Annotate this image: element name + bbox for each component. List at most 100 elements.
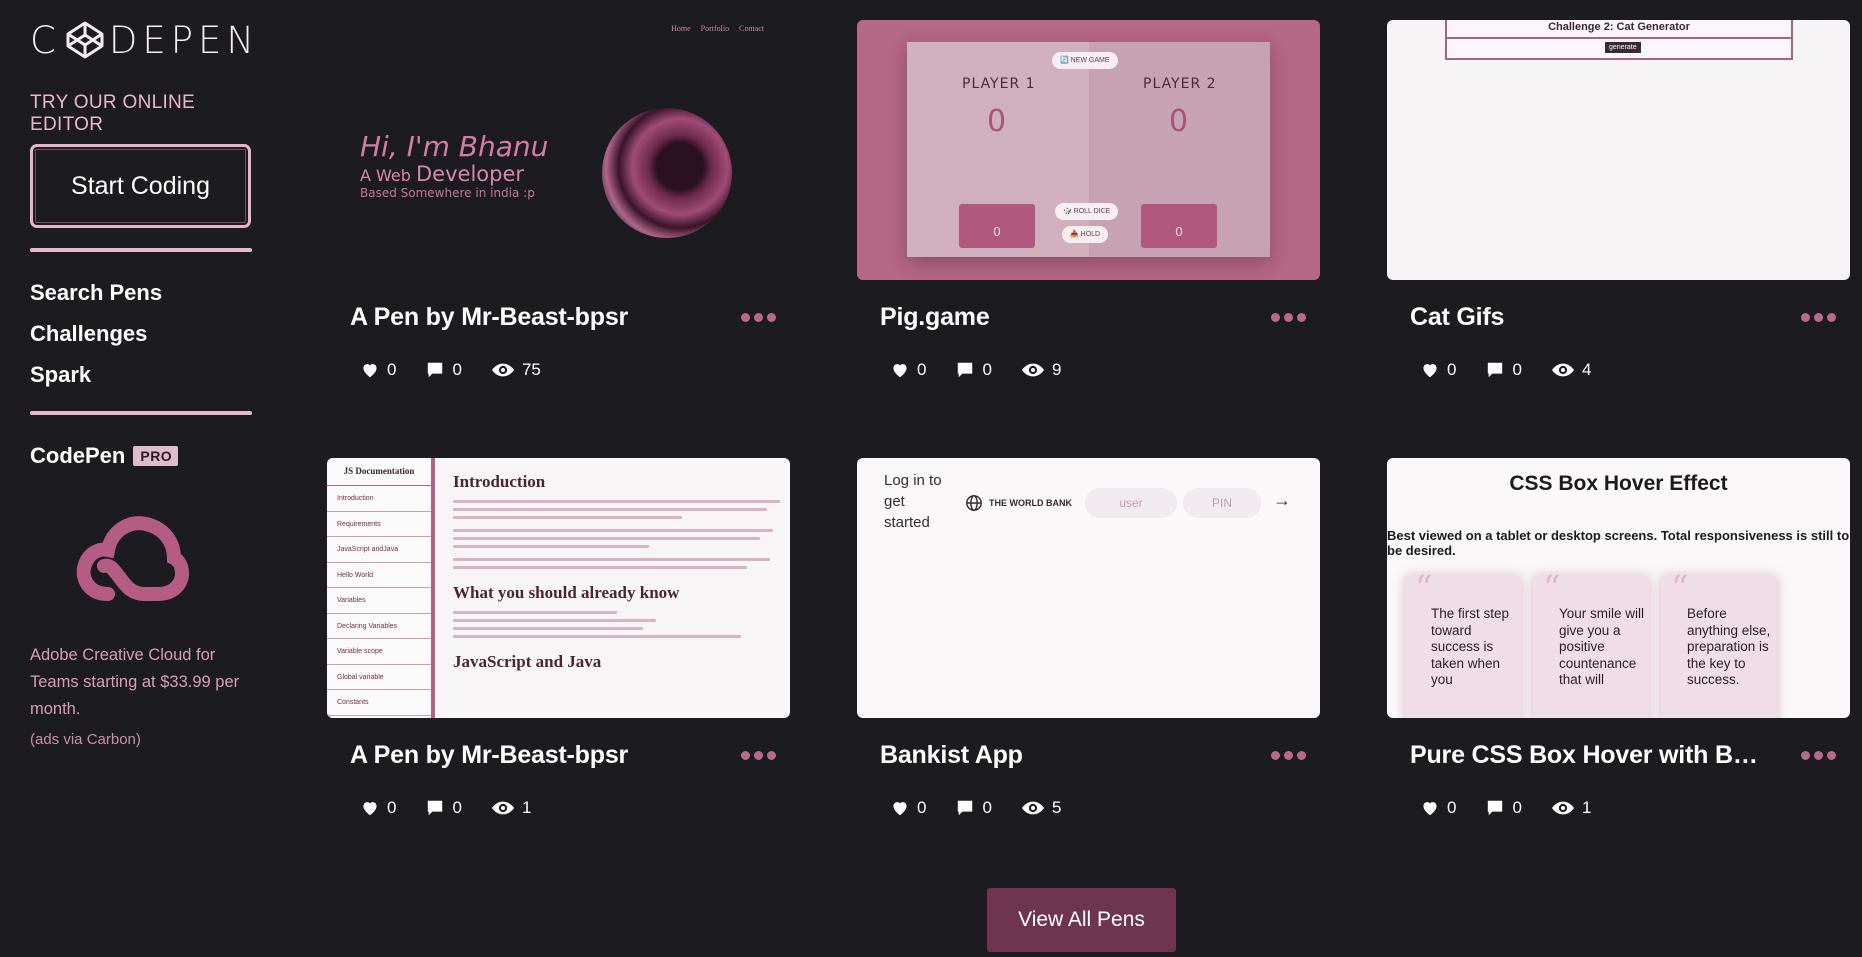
pen-preview[interactable]: CSS Box Hover Effect Best viewed on a ta… xyxy=(1387,458,1850,718)
doc-sidebar: JS Documentation Introduction Requiremen… xyxy=(327,458,435,718)
doc-nav-item: Declaring Variables xyxy=(327,614,431,639)
profile-photo xyxy=(602,108,732,238)
comment-stat[interactable]: 0 xyxy=(426,798,462,818)
view-count: 4 xyxy=(1581,360,1592,379)
preview-subheading: A Web Developer xyxy=(360,162,524,186)
game-board: PLAYER 1 PLAYER 2 0 0 0 0 🔄 NEW GAME 🎲 R… xyxy=(907,42,1270,257)
ad-via-carbon[interactable]: (ads via Carbon) xyxy=(30,731,141,748)
comment-icon xyxy=(958,362,973,378)
eye-icon xyxy=(491,801,514,815)
more-options-icon[interactable] xyxy=(741,751,776,760)
codepen-logo[interactable]: C DEPEN xyxy=(30,18,254,62)
quote-text: Your smile will give you a positive coun… xyxy=(1559,606,1645,687)
more-options-icon[interactable] xyxy=(741,313,776,322)
pen-title[interactable]: Pig.game xyxy=(880,303,1260,332)
quote-box: “ Before anything else, preparation is t… xyxy=(1661,568,1777,718)
quote-text: The first step toward success is taken w… xyxy=(1431,606,1510,687)
more-options-icon[interactable] xyxy=(1801,751,1836,760)
new-game-pill: 🔄 NEW GAME xyxy=(1052,52,1118,69)
divider xyxy=(30,248,252,252)
doc-nav-item: Variable scope xyxy=(327,639,431,665)
heart-icon xyxy=(363,364,377,378)
challenge-box: Challenge 2: Cat Generator generate xyxy=(1445,20,1793,60)
logo-wordmark: DEPEN xyxy=(108,18,260,62)
quote-text: Before anything else, preparation is the… xyxy=(1687,606,1771,687)
eye-icon xyxy=(1021,363,1044,377)
like-stat[interactable]: 0 xyxy=(1421,360,1456,380)
like-count: 0 xyxy=(917,798,927,817)
like-count: 0 xyxy=(387,360,397,379)
doc-nav-item: Requirements xyxy=(327,512,431,537)
doc-content: Introduction What you should already kno… xyxy=(453,472,780,680)
hold-pill: 📥 HOLD xyxy=(1062,226,1109,243)
view-all-pens-button[interactable]: View All Pens xyxy=(987,888,1176,952)
comment-stat[interactable]: 0 xyxy=(1486,798,1522,818)
eye-icon xyxy=(1551,801,1574,815)
like-stat[interactable]: 0 xyxy=(891,360,926,380)
nav-spark[interactable]: Spark xyxy=(30,354,252,395)
heart-icon xyxy=(1423,802,1437,816)
doc-nav-item: JavaScript andJava xyxy=(327,537,431,563)
doc-title: JS Documentation xyxy=(327,458,431,486)
comment-count: 0 xyxy=(1512,360,1522,379)
heart-icon xyxy=(893,802,907,816)
like-count: 0 xyxy=(1447,360,1457,379)
player-1-score: 0 xyxy=(987,104,1007,139)
doc-nav-item: Introduction xyxy=(327,486,431,512)
start-coding-button[interactable]: Start Coding xyxy=(30,144,251,228)
view-count: 75 xyxy=(521,360,541,379)
pen-card: PLAYER 1 PLAYER 2 0 0 0 0 🔄 NEW GAME 🎲 R… xyxy=(857,20,1320,379)
like-stat[interactable]: 0 xyxy=(1421,798,1456,818)
view-stat: 75 xyxy=(491,360,541,380)
eye-icon xyxy=(1021,801,1044,815)
comment-count: 0 xyxy=(982,360,992,379)
like-count: 0 xyxy=(387,798,397,817)
pen-title[interactable]: A Pen by Mr-Beast-bpsr xyxy=(350,303,730,332)
comment-stat[interactable]: 0 xyxy=(956,798,992,818)
codepen-label: CodePen xyxy=(30,443,126,468)
pen-preview[interactable]: Home Portfolio Contact Hi, I'm Bhanu A W… xyxy=(327,20,790,280)
logo-letter: C xyxy=(30,18,61,62)
comment-stat[interactable]: 0 xyxy=(426,360,462,380)
doc-heading: Introduction xyxy=(453,472,546,491)
view-stat: 4 xyxy=(1551,360,1592,380)
comment-icon xyxy=(428,800,443,816)
heart-icon xyxy=(1423,364,1437,378)
pen-preview[interactable]: JS Documentation Introduction Requiremen… xyxy=(327,458,790,718)
pen-title[interactable]: Cat Gifs xyxy=(1410,303,1790,332)
pen-title[interactable]: Bankist App xyxy=(880,741,1260,770)
pen-title[interactable]: A Pen by Mr-Beast-bpsr xyxy=(350,741,730,770)
player-2-current: 0 xyxy=(1141,204,1217,248)
more-options-icon[interactable] xyxy=(1801,313,1836,322)
like-stat[interactable]: 0 xyxy=(361,360,396,380)
doc-nav-item: Hello World xyxy=(327,563,431,588)
like-stat[interactable]: 0 xyxy=(361,798,396,818)
pen-preview[interactable]: Log in to get started THE WORLD BANK use… xyxy=(857,458,1320,718)
ad-text[interactable]: Adobe Creative Cloud for Teams starting … xyxy=(30,642,252,723)
comment-icon xyxy=(1488,362,1503,378)
doc-nav-item: Constants xyxy=(327,690,431,716)
adobe-creative-cloud-icon[interactable] xyxy=(74,510,190,610)
nav-challenges[interactable]: Challenges xyxy=(30,313,252,354)
player-2-score: 0 xyxy=(1169,104,1189,139)
comment-stat[interactable]: 0 xyxy=(956,360,992,380)
doc-nav-item: Variables xyxy=(327,588,431,614)
like-stat[interactable]: 0 xyxy=(891,798,926,818)
view-stat: 9 xyxy=(1021,360,1061,380)
codepen-pro-link[interactable]: CodePen PRO xyxy=(30,443,252,469)
like-count: 0 xyxy=(1447,798,1457,817)
pen-preview[interactable]: Challenge 2: Cat Generator generate xyxy=(1387,20,1850,280)
pen-preview[interactable]: PLAYER 1 PLAYER 2 0 0 0 0 🔄 NEW GAME 🎲 R… xyxy=(857,20,1320,280)
pen-title[interactable]: Pure CSS Box Hover with B… xyxy=(1410,741,1790,770)
eye-icon xyxy=(1551,363,1574,377)
view-count: 1 xyxy=(521,798,532,817)
more-options-icon[interactable] xyxy=(1271,313,1306,322)
comment-count: 0 xyxy=(1512,798,1522,817)
comment-stat[interactable]: 0 xyxy=(1486,360,1522,380)
nav-search-pens[interactable]: Search Pens xyxy=(30,272,252,313)
pro-badge: PRO xyxy=(133,446,179,466)
pen-card: CSS Box Hover Effect Best viewed on a ta… xyxy=(1387,458,1850,817)
more-options-icon[interactable] xyxy=(1271,751,1306,760)
roll-dice-pill: 🎲 ROLL DICE xyxy=(1055,203,1119,220)
comment-count: 0 xyxy=(452,360,462,379)
